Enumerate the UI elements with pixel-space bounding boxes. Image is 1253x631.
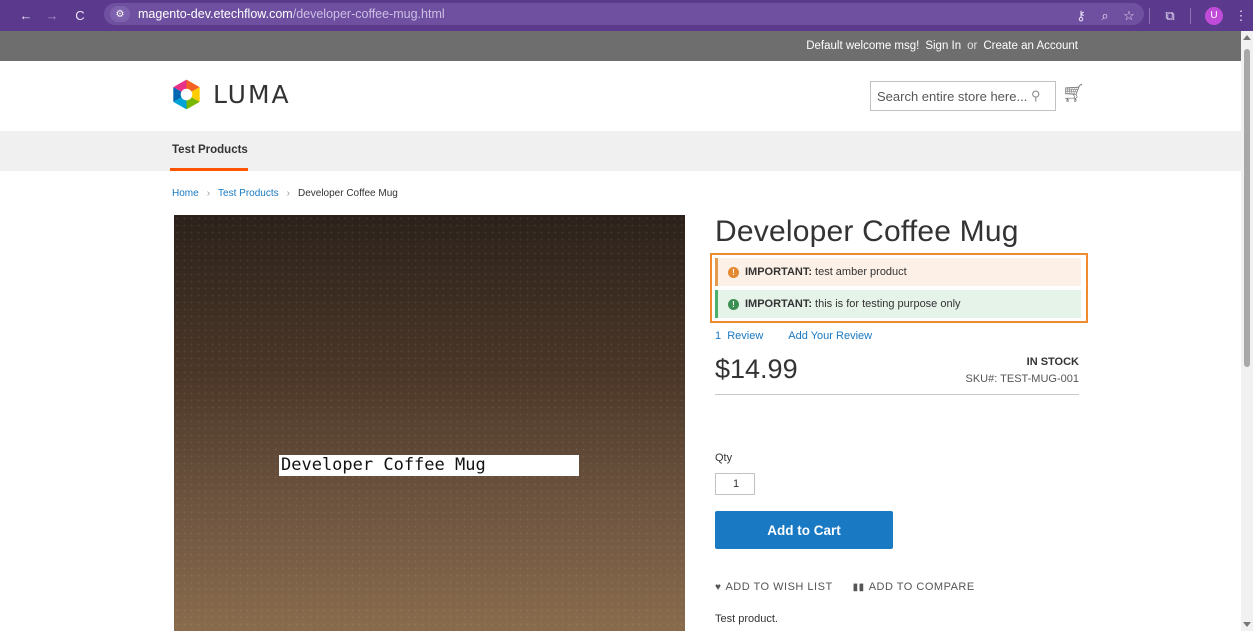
or-text: or xyxy=(967,40,978,52)
highlighted-notices: ! IMPORTANT: test amber product ! IMPORT… xyxy=(710,253,1088,323)
compare-icon: ▮▮ xyxy=(852,581,865,593)
welcome-message: Default welcome msg! xyxy=(806,40,920,52)
create-account-link[interactable]: Create an Account xyxy=(983,40,1078,52)
scroll-down-icon[interactable] xyxy=(1243,622,1251,627)
logo[interactable]: LUMA xyxy=(170,78,291,111)
scroll-up-icon[interactable] xyxy=(1243,35,1251,40)
wishlist-label: ADD TO WISH LIST xyxy=(725,581,833,593)
qty-field[interactable]: 1 xyxy=(715,473,755,495)
notice-green: ! IMPORTANT: this is for testing purpose… xyxy=(715,290,1081,318)
compare-label: ADD TO COMPARE xyxy=(868,581,975,593)
product-price: $14.99 xyxy=(715,354,798,384)
reviews-summary: 1 Review Add Your Review xyxy=(715,330,872,342)
password-key-icon[interactable]: ⚷ xyxy=(1069,8,1093,24)
sku: SKU#: TEST-MUG-001 xyxy=(965,373,1079,385)
extensions-icon[interactable]: ⧉ xyxy=(1158,8,1182,24)
sign-in-link[interactable]: Sign In xyxy=(925,40,961,52)
search-placeholder: Search entire store here... xyxy=(877,88,1028,104)
url-path: /developer-coffee-mug.html xyxy=(292,7,445,21)
luma-logo-icon xyxy=(173,79,200,110)
add-to-cart-button[interactable]: Add to Cart xyxy=(715,511,893,549)
forward-icon[interactable]: → xyxy=(42,8,62,23)
panel-header: Default welcome msg! Sign In or Create a… xyxy=(0,31,1241,61)
nav-item-label: Test Products xyxy=(172,144,248,156)
breadcrumb-separator: › xyxy=(286,188,290,199)
heart-icon: ♥ xyxy=(715,581,722,593)
toolbar-divider xyxy=(1190,7,1191,24)
add-review-link[interactable]: Add Your Review xyxy=(788,330,872,342)
main-nav: Test Products xyxy=(0,131,1241,171)
image-caption: Developer Coffee Mug xyxy=(279,455,579,476)
price-info: $14.99 IN STOCK SKU#: TEST-MUG-001 xyxy=(715,349,1079,395)
notice-amber: ! IMPORTANT: test amber product xyxy=(715,258,1081,286)
sku-value: TEST-MUG-001 xyxy=(1000,373,1079,385)
toolbar-divider xyxy=(1149,7,1150,24)
nav-item-test-products[interactable]: Test Products xyxy=(170,131,248,171)
notice-text: test amber product xyxy=(815,266,907,278)
add-to-wishlist-link[interactable]: ♥ ADD TO WISH LIST xyxy=(715,581,833,593)
breadcrumb-home[interactable]: Home xyxy=(172,188,199,199)
site-settings-icon[interactable]: ⚙ xyxy=(110,6,130,22)
qty-label: Qty xyxy=(715,452,733,464)
product-image[interactable]: Developer Coffee Mug xyxy=(174,215,685,631)
breadcrumb-category[interactable]: Test Products xyxy=(218,188,279,199)
image-texture xyxy=(174,215,685,631)
active-underline xyxy=(170,168,248,171)
profile-avatar[interactable]: U xyxy=(1205,6,1223,25)
breadcrumb-separator: › xyxy=(206,188,211,199)
product-info: Developer Coffee Mug ! IMPORTANT: test a… xyxy=(710,215,1088,625)
search-icon[interactable]: ⚲ xyxy=(1031,88,1055,104)
add-to-compare-link[interactable]: ▮▮ ADD TO COMPARE xyxy=(853,581,975,593)
breadcrumb-current: Developer Coffee Mug xyxy=(297,188,398,199)
bookmark-star-icon[interactable]: ☆ xyxy=(1117,8,1141,24)
page-content: Default welcome msg! Sign In or Create a… xyxy=(0,31,1241,631)
notice-label: IMPORTANT: xyxy=(745,266,813,278)
sku-label: SKU#: xyxy=(965,373,998,385)
menu-icon[interactable]: ⋮ xyxy=(1229,8,1253,24)
info-icon: ! xyxy=(728,266,739,278)
notice-label: IMPORTANT: xyxy=(745,298,813,310)
breadcrumb: Home › Test Products › Developer Coffee … xyxy=(172,188,398,199)
search-input[interactable]: Search entire store here... ⚲ xyxy=(870,81,1056,111)
back-icon[interactable]: ← xyxy=(16,8,36,23)
logo-text: LUMA xyxy=(213,80,291,109)
zoom-icon[interactable]: ⌕ xyxy=(1093,8,1117,24)
url-host: magento-dev.etechflow.com xyxy=(138,7,293,21)
product-description: Test product. xyxy=(715,613,778,625)
page-title: Developer Coffee Mug xyxy=(715,215,1019,248)
scrollbar-thumb[interactable] xyxy=(1244,49,1250,367)
notice-text: this is for testing purpose only xyxy=(815,298,961,310)
reload-icon[interactable]: C xyxy=(70,8,90,23)
product-actions: ♥ ADD TO WISH LIST ▮▮ ADD TO COMPARE xyxy=(715,581,975,593)
stock-status: IN STOCK xyxy=(1026,356,1079,368)
cart-icon[interactable]: 🛒︎ xyxy=(1062,83,1085,104)
info-icon: ! xyxy=(728,298,739,310)
page-scrollbar[interactable] xyxy=(1241,31,1253,631)
reviews-link[interactable]: 1 Review xyxy=(715,330,763,342)
site-header: LUMA Search entire store here... ⚲ 🛒︎ xyxy=(0,61,1241,131)
browser-toolbar: ← → C ⚙ magento-dev.etechflow.com/develo… xyxy=(0,0,1253,31)
address-bar[interactable]: ⚙ magento-dev.etechflow.com/developer-co… xyxy=(104,3,1144,25)
